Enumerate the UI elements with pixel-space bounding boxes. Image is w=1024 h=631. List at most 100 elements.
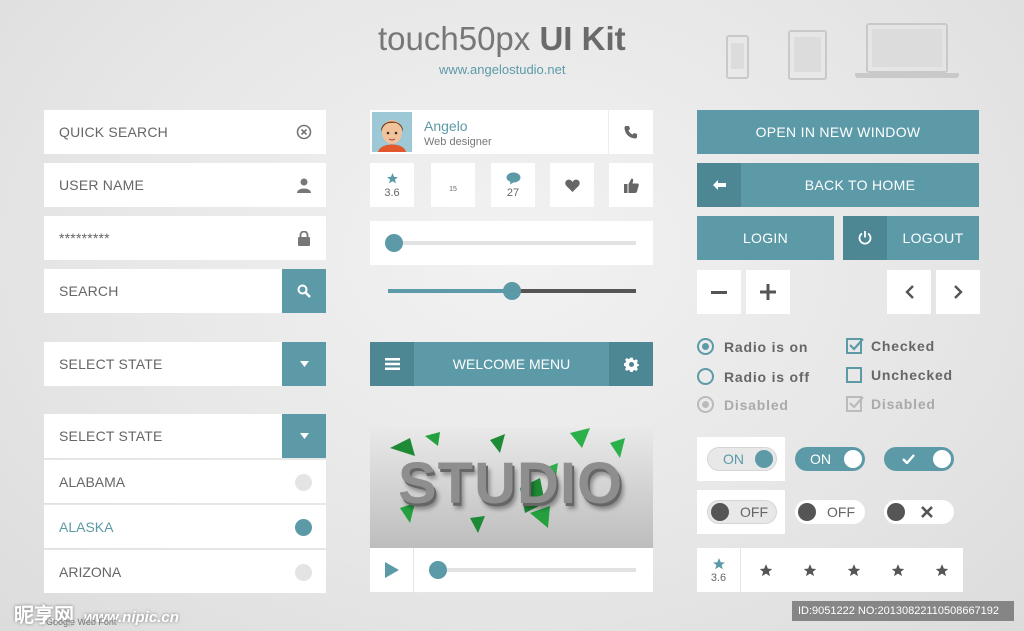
username-placeholder: USER NAME [59,177,145,193]
toggle-knob [798,503,816,521]
user-icon [294,175,314,195]
rating-value: 3.6 [384,186,400,199]
toggle-knob [887,503,905,521]
slider-handle-2[interactable] [503,282,521,300]
select-state-dropdown[interactable]: SELECT STATE [44,342,282,386]
welcome-menu-bar[interactable]: WELCOME MENU [370,342,653,386]
star-4[interactable] [888,563,908,578]
back-to-home-label: BACK TO HOME [804,177,916,193]
comment-icon [506,172,520,184]
login-label: LOGIN [742,230,789,246]
video-progress-track[interactable] [430,568,636,572]
select-state-open-label: SELECT STATE [59,428,163,444]
star-icon [386,172,398,183]
play-button[interactable] [370,548,414,592]
select-state-open[interactable]: SELECT STATE [44,414,282,458]
state-option-label: ALABAMA [59,473,126,490]
chevron-left-icon [904,285,914,299]
checkbox-unchecked-label: Unchecked [871,367,953,383]
checkbox-disabled-label: Disabled [871,396,936,412]
toggle-knob [933,450,951,468]
comments-tile[interactable]: 27 [491,163,535,207]
minus-icon [711,290,727,294]
open-new-window-button[interactable]: OPEN IN NEW WINDOW [697,110,979,154]
search-button[interactable] [282,269,326,313]
checkbox-disabled: Disabled [846,396,936,412]
video-progress-handle[interactable] [429,561,447,579]
username-input[interactable]: USER NAME [44,163,326,207]
toggle-check-teal[interactable] [884,447,954,471]
previous-button[interactable] [887,270,931,314]
checkmark-icon [849,338,864,351]
heart-icon [564,179,580,192]
star-1[interactable] [756,563,776,578]
radio-on[interactable]: Radio is on [697,338,808,355]
selected-indicator [295,519,312,536]
play-icon [384,562,399,578]
arrow-left-icon [712,180,726,190]
slider-fill-2 [388,289,512,293]
profile-name: Angelo [424,118,468,134]
gear-icon [623,357,639,372]
site-url: www.angelostudio.net [439,62,566,77]
password-input[interactable]: ********* [44,216,326,260]
star-2[interactable] [800,563,820,578]
plus-icon [760,284,776,300]
toggle-x-white[interactable] [884,500,954,524]
toggle-off-white[interactable]: OFF [795,500,865,524]
radio-on-label: Radio is on [724,338,809,355]
power-icon [858,231,872,245]
logout-button[interactable]: LOGOUT [843,216,979,260]
avatar [372,112,412,152]
power-box [843,216,887,260]
slider-handle[interactable] [385,234,403,252]
profile-card[interactable]: Angelo Web designer [370,110,608,154]
menu-button[interactable] [370,342,414,386]
radio-disabled: Disabled [697,396,789,413]
slider-track[interactable] [389,241,636,245]
phone-icon [726,35,749,79]
search-input[interactable]: SEARCH [44,269,282,313]
welcome-menu-label: WELCOME MENU [452,356,571,372]
rating-badge-value: 3.6 [710,571,727,584]
profile-role: Web designer [424,136,492,148]
star-3[interactable] [844,563,864,578]
like-tile[interactable] [550,163,594,207]
checkbox-unchecked[interactable]: Unchecked [846,367,953,383]
calendar-day: 15 [449,186,457,193]
select-state-open-toggle[interactable] [282,414,326,458]
state-option-alaska[interactable]: ALASKA [44,504,326,548]
unselected-indicator [295,474,312,491]
toggle-on-teal[interactable]: ON [795,447,865,471]
checkbox-checked[interactable]: Checked [846,338,935,354]
minus-button[interactable] [697,270,741,314]
back-to-home-button[interactable]: BACK TO HOME [697,163,979,207]
next-button[interactable] [936,270,980,314]
state-option-arizona[interactable]: ARIZONA [44,549,326,593]
hamburger-icon [384,358,400,370]
toggle-knob [711,503,729,521]
toggle-on-label: ON [723,451,744,467]
thumbs-up-tile[interactable] [609,163,653,207]
video-frame[interactable]: STUDIO [370,428,653,548]
toggle-off-light[interactable]: OFF [707,500,777,524]
checkbox-unchecked-box [846,367,862,383]
toggle-on-light[interactable]: ON [707,447,777,471]
settings-button[interactable] [609,342,653,386]
toggle-knob [755,450,773,468]
select-state-label: SELECT STATE [59,356,163,372]
login-button[interactable]: LOGIN [697,216,834,260]
clear-icon[interactable] [294,122,314,142]
toggle-knob [844,450,862,468]
radio-off[interactable]: Radio is off [697,368,810,385]
plus-button[interactable] [746,270,790,314]
star-5[interactable] [932,563,952,578]
caret-down-icon [299,433,309,439]
state-option-alabama[interactable]: ALABAMA [44,459,326,503]
rating-tile[interactable]: 3.6 [370,163,414,207]
quick-search-input[interactable]: QUICK SEARCH [44,110,326,154]
call-button[interactable] [609,110,653,154]
calendar-tile[interactable]: 15 [431,163,475,207]
select-state-toggle[interactable] [282,342,326,386]
tablet-icon [788,30,827,80]
